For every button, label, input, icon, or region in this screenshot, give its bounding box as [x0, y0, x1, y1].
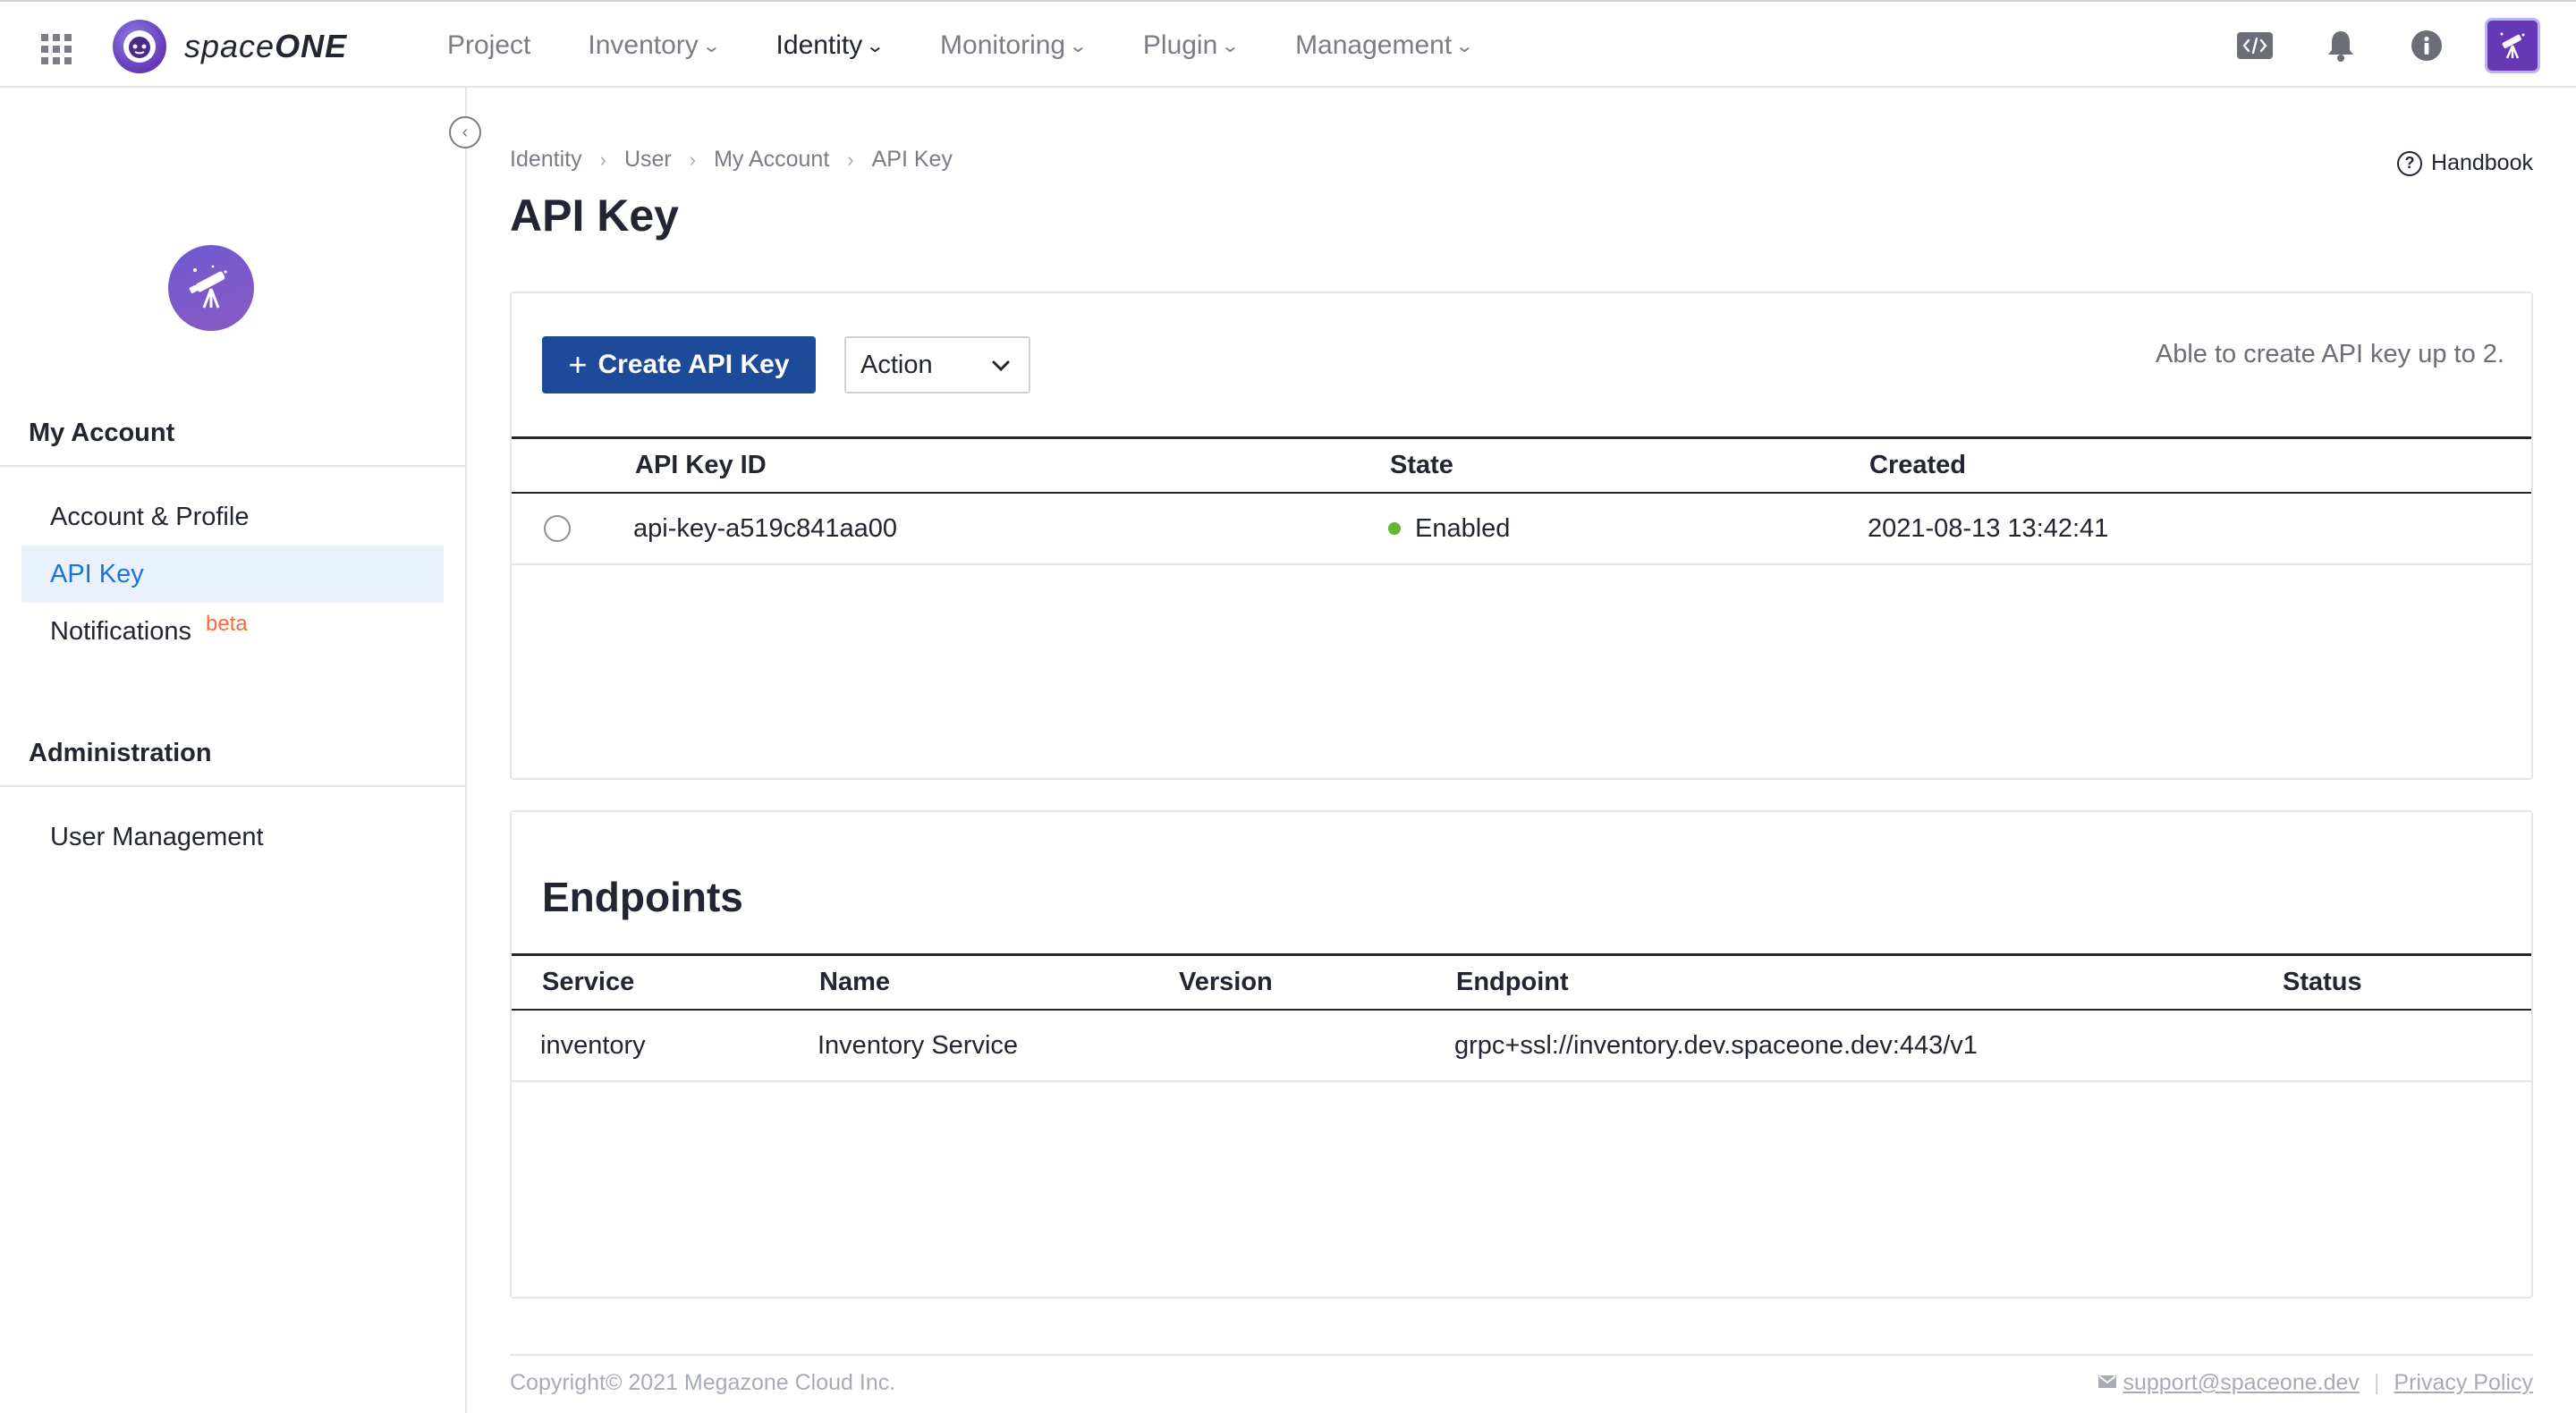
divider	[0, 465, 465, 467]
sidebar-item-api-key[interactable]: API Key	[21, 546, 444, 603]
breadcrumb-my-account[interactable]: My Account	[714, 147, 829, 173]
beta-badge: beta	[205, 612, 248, 636]
handbook-link[interactable]: ? Handbook	[2397, 150, 2533, 176]
nav-management[interactable]: Management ⌄	[1295, 30, 1475, 61]
mail-icon	[2097, 1370, 2117, 1396]
chevron-right-icon: ›	[599, 148, 606, 171]
chevron-down-icon: ⌄	[1220, 36, 1241, 56]
breadcrumb-identity[interactable]: Identity	[510, 147, 582, 173]
action-dropdown-label: Action	[860, 350, 933, 379]
plus-icon: +	[568, 346, 588, 383]
telescope-avatar-icon	[2485, 18, 2540, 73]
astronaut-logo-icon	[113, 20, 166, 73]
footer-links: support@spaceone.dev | Privacy Policy	[2097, 1370, 2533, 1396]
column-header-api-key-id[interactable]: API Key ID	[635, 439, 767, 492]
endpoints-card: Endpoints Service Name Version Endpoint …	[510, 810, 2533, 1299]
chevron-right-icon: ›	[689, 148, 697, 171]
handbook-label: Handbook	[2431, 150, 2533, 175]
chevron-down-icon	[989, 351, 1013, 388]
endpoints-title: Endpoints	[542, 874, 743, 920]
profile-avatar	[168, 245, 254, 331]
support-email-link[interactable]: support@spaceone.dev	[2123, 1370, 2359, 1396]
chevron-right-icon: ›	[847, 148, 854, 171]
breadcrumb-user[interactable]: User	[624, 147, 672, 173]
endpoint-cell: grpc+ssl://inventory.dev.spaceone.dev:44…	[1454, 1030, 1978, 1060]
nav-identity[interactable]: Identity ⌄	[776, 30, 886, 61]
column-header-state[interactable]: State	[1390, 439, 1453, 492]
bell-icon[interactable]	[2313, 18, 2368, 73]
sidebar: My Account Account & Profile API Key Not…	[0, 88, 467, 1413]
chevron-down-icon: ⌄	[1068, 36, 1089, 56]
sidebar-item-account-profile[interactable]: Account & Profile	[21, 488, 444, 546]
nav-plugin[interactable]: Plugin ⌄	[1143, 30, 1241, 61]
column-header-endpoint[interactable]: Endpoint	[1456, 956, 1569, 1009]
row-radio-button[interactable]	[544, 515, 571, 542]
status-dot-icon	[1388, 522, 1401, 535]
breadcrumb-api-key: API Key	[871, 147, 953, 172]
footer-divider	[510, 1354, 2533, 1356]
table-row[interactable]: api-key-a519c841aa00 Enabled 2021-08-13 …	[512, 494, 2531, 565]
page-title: API Key	[510, 190, 679, 241]
api-key-card: + Create API Key Action Able to create A…	[510, 292, 2533, 780]
telescope-icon	[189, 265, 227, 309]
section-title-administration: Administration	[29, 739, 212, 767]
state-label: Enabled	[1415, 513, 1511, 543]
sidebar-item-notifications[interactable]: Notifications beta	[21, 603, 444, 660]
state-cell: Enabled	[1388, 494, 1510, 563]
collapse-sidebar-icon[interactable]: ‹	[449, 116, 481, 148]
service-cell: inventory	[540, 1030, 646, 1060]
api-key-id-cell: api-key-a519c841aa00	[633, 513, 898, 543]
nav-monitoring[interactable]: Monitoring ⌄	[940, 30, 1089, 61]
chevron-down-icon: ⌄	[865, 36, 886, 56]
copyright-text: Copyright© 2021 Megazone Cloud Inc.	[510, 1370, 896, 1395]
column-header-name[interactable]: Name	[819, 956, 890, 1009]
logo-text: spaceONE	[184, 28, 348, 64]
app-menu-icon[interactable]	[41, 34, 72, 64]
sidebar-item-user-management[interactable]: User Management	[21, 808, 444, 866]
privacy-policy-link[interactable]: Privacy Policy	[2394, 1370, 2533, 1396]
top-right-tools	[2197, 18, 2540, 73]
chevron-down-icon: ⌄	[701, 36, 722, 56]
table-row[interactable]: inventory Inventory Service grpc+ssl://i…	[512, 1011, 2531, 1082]
breadcrumb: Identity › User › My Account › API Key	[510, 147, 953, 173]
create-api-key-label: Create API Key	[597, 350, 790, 379]
column-header-version[interactable]: Version	[1179, 956, 1273, 1009]
nav-inventory[interactable]: Inventory ⌄	[588, 30, 722, 61]
column-header-created[interactable]: Created	[1869, 439, 1966, 492]
divider	[0, 785, 465, 787]
user-avatar-button[interactable]	[2485, 18, 2540, 73]
create-api-key-button[interactable]: + Create API Key	[542, 336, 816, 393]
footer-separator: |	[2373, 1370, 2380, 1395]
endpoints-table-header: Service Name Version Endpoint Status	[512, 953, 2531, 1011]
spaceone-logo[interactable]: spaceONE	[113, 20, 347, 73]
main-menu: Project Inventory ⌄ Identity ⌄ Monitoring ⌄…	[447, 2, 1530, 89]
column-header-service[interactable]: Service	[542, 956, 634, 1009]
created-cell: 2021-08-13 13:42:41	[1868, 513, 2109, 543]
top-navigation-bar: spaceONE Project Inventory ⌄ Identity ⌄ Mo…	[0, 0, 2576, 88]
api-key-table-header: API Key ID State Created	[512, 436, 2531, 494]
chevron-down-icon: ⌄	[1454, 36, 1475, 56]
api-key-limit-text: Able to create API key up to 2.	[2155, 340, 2504, 368]
name-cell: Inventory Service	[818, 1030, 1019, 1060]
action-dropdown[interactable]: Action	[844, 336, 1030, 393]
code-icon[interactable]	[2227, 18, 2283, 73]
nav-project[interactable]: Project	[447, 30, 530, 61]
column-header-status[interactable]: Status	[2283, 956, 2362, 1009]
question-icon: ?	[2397, 150, 2423, 176]
section-title-my-account: My Account	[29, 419, 175, 447]
info-icon[interactable]	[2399, 18, 2454, 73]
